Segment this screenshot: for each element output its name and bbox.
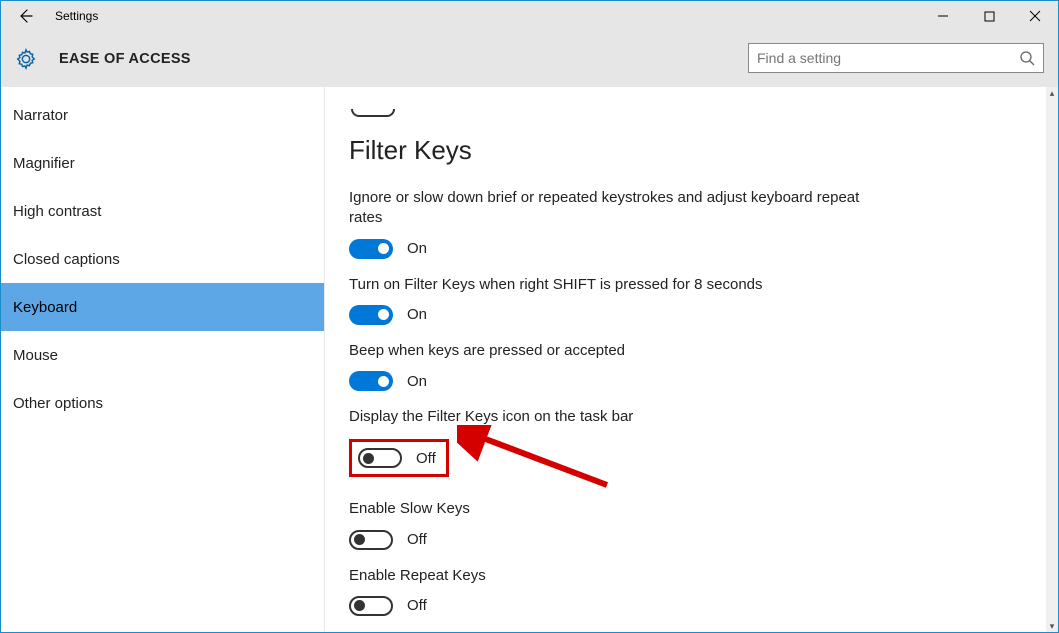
toggle-state-label: Off xyxy=(407,531,427,548)
setting-right-shift: Turn on Filter Keys when right SHIFT is … xyxy=(349,275,1028,325)
scroll-down-icon[interactable]: ▾ xyxy=(1046,620,1058,632)
content-area: Filter Keys Ignore or slow down brief or… xyxy=(325,87,1058,632)
body: Narrator Magnifier High contrast Closed … xyxy=(1,87,1058,632)
sidebar-item-label: Keyboard xyxy=(13,299,77,316)
toggle-state-label: On xyxy=(407,306,427,323)
window-controls xyxy=(920,1,1058,31)
setting-beep: Beep when keys are pressed or accepted O… xyxy=(349,341,1028,391)
sidebar-item-label: Closed captions xyxy=(13,251,120,268)
scroll-up-icon[interactable]: ▴ xyxy=(1046,87,1058,99)
toggle-ignore-keystrokes[interactable] xyxy=(349,239,393,259)
setting-slow-keys: Enable Slow Keys Off xyxy=(349,499,1028,549)
sidebar-item-label: Other options xyxy=(13,395,103,412)
setting-label: Beep when keys are pressed or accepted xyxy=(349,341,869,361)
sidebar: Narrator Magnifier High contrast Closed … xyxy=(1,87,325,632)
close-icon xyxy=(1029,10,1041,22)
back-button[interactable] xyxy=(1,1,49,31)
sidebar-item-magnifier[interactable]: Magnifier xyxy=(1,139,324,187)
header: EASE OF ACCESS xyxy=(1,31,1058,87)
toggle-state-label: Off xyxy=(407,597,427,614)
gear-icon xyxy=(15,48,37,70)
toggle-right-shift[interactable] xyxy=(349,305,393,325)
setting-repeat-keys: Enable Repeat Keys Off xyxy=(349,566,1028,616)
section-heading: Filter Keys xyxy=(349,135,1028,166)
toggle-knob xyxy=(354,600,365,611)
minimize-icon xyxy=(937,10,949,22)
sidebar-item-mouse[interactable]: Mouse xyxy=(1,331,324,379)
setting-label: Turn on Filter Keys when right SHIFT is … xyxy=(349,275,869,295)
close-button[interactable] xyxy=(1012,1,1058,31)
sidebar-item-other-options[interactable]: Other options xyxy=(1,379,324,427)
toggle-state-label: On xyxy=(407,373,427,390)
toggle-state-label: On xyxy=(407,240,427,257)
maximize-button[interactable] xyxy=(966,1,1012,31)
setting-ignore-keystrokes: Ignore or slow down brief or repeated ke… xyxy=(349,188,1028,259)
sidebar-item-label: High contrast xyxy=(13,203,101,220)
window-title: Settings xyxy=(49,9,98,23)
toggle-beep[interactable] xyxy=(349,371,393,391)
setting-taskbar-icon: Display the Filter Keys icon on the task… xyxy=(349,407,1028,477)
settings-window: Settings EASE OF ACCESS xyxy=(0,0,1059,633)
maximize-icon xyxy=(984,11,995,22)
titlebar: Settings xyxy=(1,1,1058,31)
toggle-knob xyxy=(378,243,389,254)
sidebar-item-high-contrast[interactable]: High contrast xyxy=(1,187,324,235)
minimize-button[interactable] xyxy=(920,1,966,31)
partial-toggle-cutoff xyxy=(351,109,395,117)
toggle-knob xyxy=(363,453,374,464)
toggle-repeat-keys[interactable] xyxy=(349,596,393,616)
search-input[interactable] xyxy=(757,50,1013,66)
setting-label: Enable Repeat Keys xyxy=(349,566,869,586)
setting-label: Display the Filter Keys icon on the task… xyxy=(349,407,869,427)
toggle-state-label: Off xyxy=(416,450,436,467)
toggle-slow-keys[interactable] xyxy=(349,530,393,550)
toggle-knob xyxy=(354,534,365,545)
sidebar-item-closed-captions[interactable]: Closed captions xyxy=(1,235,324,283)
sidebar-item-keyboard[interactable]: Keyboard xyxy=(1,283,324,331)
toggle-taskbar-icon[interactable] xyxy=(358,448,402,468)
setting-label: Ignore or slow down brief or repeated ke… xyxy=(349,188,869,229)
toggle-knob xyxy=(378,309,389,320)
content-scroll: Filter Keys Ignore or slow down brief or… xyxy=(325,87,1046,632)
toggle-knob xyxy=(378,376,389,387)
setting-label: Enable Slow Keys xyxy=(349,499,869,519)
sidebar-item-narrator[interactable]: Narrator xyxy=(1,91,324,139)
search-icon xyxy=(1019,50,1035,71)
sidebar-item-label: Magnifier xyxy=(13,155,75,172)
sidebar-item-label: Narrator xyxy=(13,107,68,124)
search-box[interactable] xyxy=(748,43,1044,73)
annotation-highlight-box: Off xyxy=(349,439,449,477)
sidebar-item-label: Mouse xyxy=(13,347,58,364)
vertical-scrollbar[interactable]: ▴ ▾ xyxy=(1046,87,1058,632)
annotation-arrow-icon xyxy=(457,425,617,495)
page-title: EASE OF ACCESS xyxy=(59,51,191,67)
back-arrow-icon xyxy=(17,8,33,24)
